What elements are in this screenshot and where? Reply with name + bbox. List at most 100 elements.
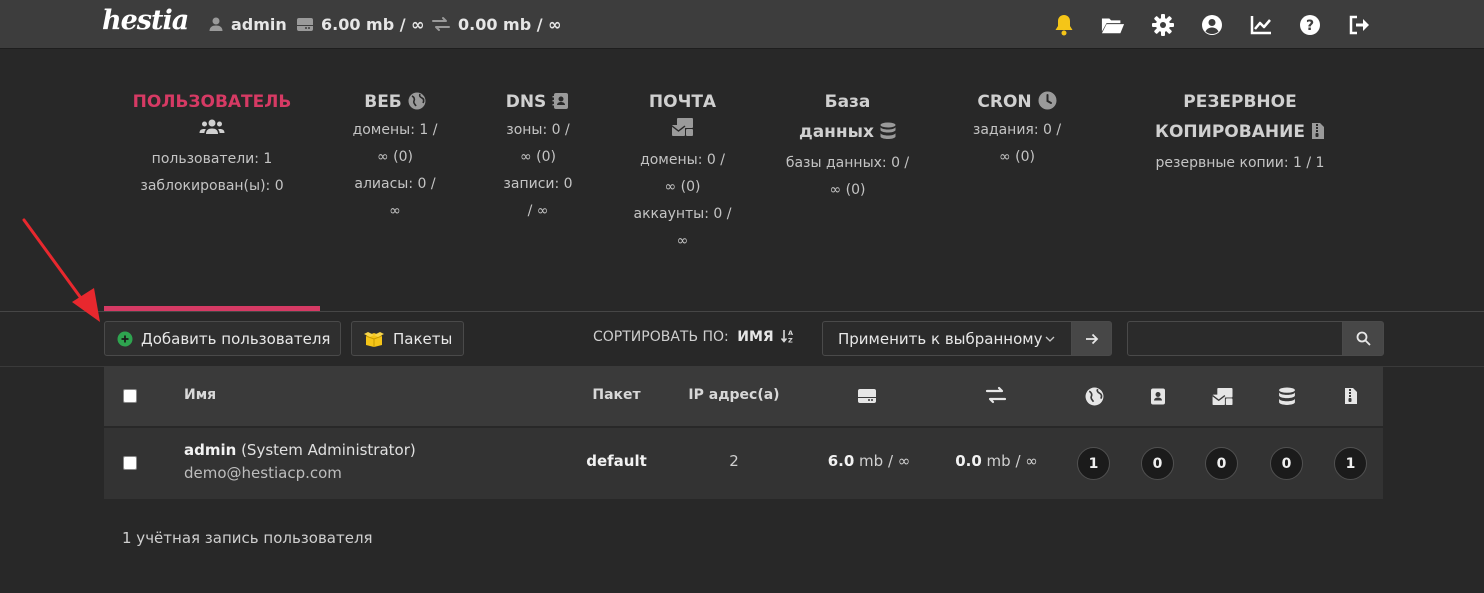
stat-backups: резервные копии: 1 / 1	[1155, 155, 1325, 171]
row-fullname: (System Administrator)	[236, 441, 416, 459]
sort-control[interactable]: СОРТИРОВАТЬ ПО: ИМЯ AZ	[593, 329, 797, 345]
row-mail-count: 0	[1205, 447, 1238, 480]
bulk-action-select[interactable]: Применить к выбранному	[822, 321, 1072, 356]
search-input[interactable]	[1127, 321, 1343, 356]
stat-mail-accounts: аккаунты: 0 /	[633, 206, 732, 222]
sort-alpha-icon: AZ	[781, 329, 793, 345]
row-backup-count: 1	[1334, 447, 1367, 480]
table-header: Имя Пакет IP адрес(а)	[104, 367, 1383, 426]
header-backups	[1343, 386, 1359, 406]
help-button[interactable]: ?	[1298, 13, 1322, 37]
stat-mail-accounts-limit: ∞	[676, 233, 689, 249]
header-databases	[1277, 386, 1297, 406]
select-all-checkbox[interactable]	[123, 389, 137, 403]
hdd-icon	[858, 389, 876, 403]
tab-dns[interactable]: DNS зоны: 0 / ∞ (0) записи: 0 / ∞	[488, 90, 588, 225]
tab-web[interactable]: ВЕБ домены: 1 / ∞ (0) алиасы: 0 / ∞	[345, 90, 445, 225]
row-ip-count: 2	[729, 452, 739, 470]
stat-users-count: пользователи: 1	[151, 151, 273, 167]
tab-databases[interactable]: База данных базы данных: 0 / ∞ (0)	[780, 90, 915, 204]
header-bandwidth	[985, 386, 1007, 404]
file-manager-button[interactable]	[1101, 13, 1125, 37]
row-user-info: admin (System Administrator) demo@hestia…	[184, 441, 416, 482]
app-root: hestia admin 6.00 mb / ∞ 0.00 mb / ∞ ? П…	[0, 0, 1484, 593]
row-package: default	[586, 452, 647, 470]
tab-mail[interactable]: ПОЧТА домены: 0 / ∞ (0) аккаунты: 0 / ∞	[625, 90, 740, 255]
users-icon	[122, 114, 302, 142]
table-row: admin (System Administrator) demo@hestia…	[104, 428, 1383, 499]
row-disk-value: 6.0	[827, 452, 855, 470]
tab-backups-title-1: РЕЗЕРВНОЕ	[1183, 92, 1297, 112]
header-package[interactable]: Пакет	[584, 387, 649, 403]
header-disk	[856, 387, 878, 405]
stat-cron-jobs-limit: ∞ (0)	[999, 149, 1035, 165]
apply-bulk-button[interactable]	[1071, 321, 1112, 356]
sort-label: СОРТИРОВАТЬ ПО:	[593, 329, 729, 345]
tab-backups[interactable]: РЕЗЕРВНОЕ КОПИРОВАНИЕ резервные копии: 1…	[1140, 90, 1340, 177]
header-web	[1084, 386, 1104, 406]
search-icon	[1356, 331, 1371, 346]
profile-button[interactable]	[1200, 13, 1224, 37]
stat-databases: базы данных: 0 /	[785, 155, 910, 171]
tab-backups-title-2: КОПИРОВАНИЕ	[1155, 122, 1305, 142]
stat-web-domains-limit: ∞ (0)	[377, 149, 413, 165]
globe-icon	[408, 92, 426, 110]
stat-web-aliases: алиасы: 0 /	[354, 176, 436, 192]
header-ip-addresses[interactable]: IP адрес(а)	[684, 387, 784, 403]
chart-icon	[1250, 16, 1271, 35]
logout-button[interactable]	[1348, 13, 1372, 37]
statistics-button[interactable]	[1249, 13, 1273, 37]
stat-dns-zones: зоны: 0 /	[506, 122, 570, 138]
header-mail	[1211, 386, 1235, 406]
bell-icon	[1055, 15, 1073, 36]
header-name[interactable]: Имя	[184, 387, 216, 403]
annotation-arrow-icon	[22, 218, 100, 322]
row-bandwidth: 0.0 mb / ∞	[939, 452, 1054, 470]
stat-dns-zones-limit: ∞ (0)	[520, 149, 556, 165]
tab-users-title: ПОЛЬЗОВАТЕЛЬ	[132, 92, 292, 112]
mail-bulk-icon	[625, 114, 740, 142]
tab-databases-title-2: данных	[798, 122, 875, 142]
row-checkbox[interactable]	[123, 456, 137, 470]
stat-dns-records: записи: 0	[503, 176, 573, 192]
tab-users[interactable]: ПОЛЬЗОВАТЕЛЬ пользователи: 1 заблокирова…	[122, 90, 302, 200]
add-user-button[interactable]: Добавить пользователя	[104, 321, 341, 356]
search-button[interactable]	[1342, 321, 1384, 356]
stat-web-aliases-limit: ∞	[389, 203, 401, 219]
tab-mail-title: ПОЧТА	[648, 92, 717, 112]
bulk-action-value: Применить к выбранному	[838, 329, 1043, 348]
tab-cron[interactable]: CRON задания: 0 / ∞ (0)	[962, 90, 1072, 171]
hestia-logo[interactable]: hestia	[102, 5, 189, 36]
address-book-icon	[552, 93, 569, 109]
top-bar: hestia admin 6.00 mb / ∞ 0.00 mb / ∞ ?	[0, 0, 1484, 49]
user-count-summary: 1 учётная запись пользователя	[122, 529, 373, 547]
topbar-user[interactable]: admin	[208, 14, 287, 34]
topbar-bandwidth: 0.00 mb / ∞	[431, 14, 562, 34]
add-user-label: Добавить пользователя	[141, 329, 331, 348]
hdd-icon	[297, 17, 313, 31]
database-icon	[1279, 387, 1295, 405]
stat-users-suspended: заблокирован(ы): 0	[140, 178, 284, 194]
svg-text:?: ?	[1306, 18, 1314, 34]
address-book-icon	[1151, 388, 1165, 404]
packages-button[interactable]: Пакеты	[351, 321, 464, 356]
row-disk-unit: mb / ∞	[854, 452, 911, 470]
tab-cron-title: CRON	[977, 92, 1032, 112]
mail-bulk-icon	[1212, 387, 1233, 405]
header-dns	[1148, 386, 1168, 406]
row-username[interactable]: admin	[184, 441, 236, 459]
settings-button[interactable]	[1151, 13, 1175, 37]
toolbar-divider-top	[0, 311, 1484, 312]
database-icon	[880, 122, 896, 139]
notifications-button[interactable]	[1052, 13, 1076, 37]
row-disk: 6.0 mb / ∞	[809, 452, 929, 470]
stat-dns-records-limit: / ∞	[527, 203, 549, 219]
row-db-count: 0	[1270, 447, 1303, 480]
file-archive-icon	[1311, 123, 1324, 139]
chevron-down-icon	[1045, 336, 1055, 342]
stat-mail-domains: домены: 0 /	[640, 152, 725, 168]
clock-icon	[1038, 91, 1057, 110]
topbar-disk: 6.00 mb / ∞	[296, 14, 425, 34]
stat-cron-jobs: задания: 0 /	[972, 122, 1062, 138]
arrow-right-icon	[1085, 333, 1098, 344]
